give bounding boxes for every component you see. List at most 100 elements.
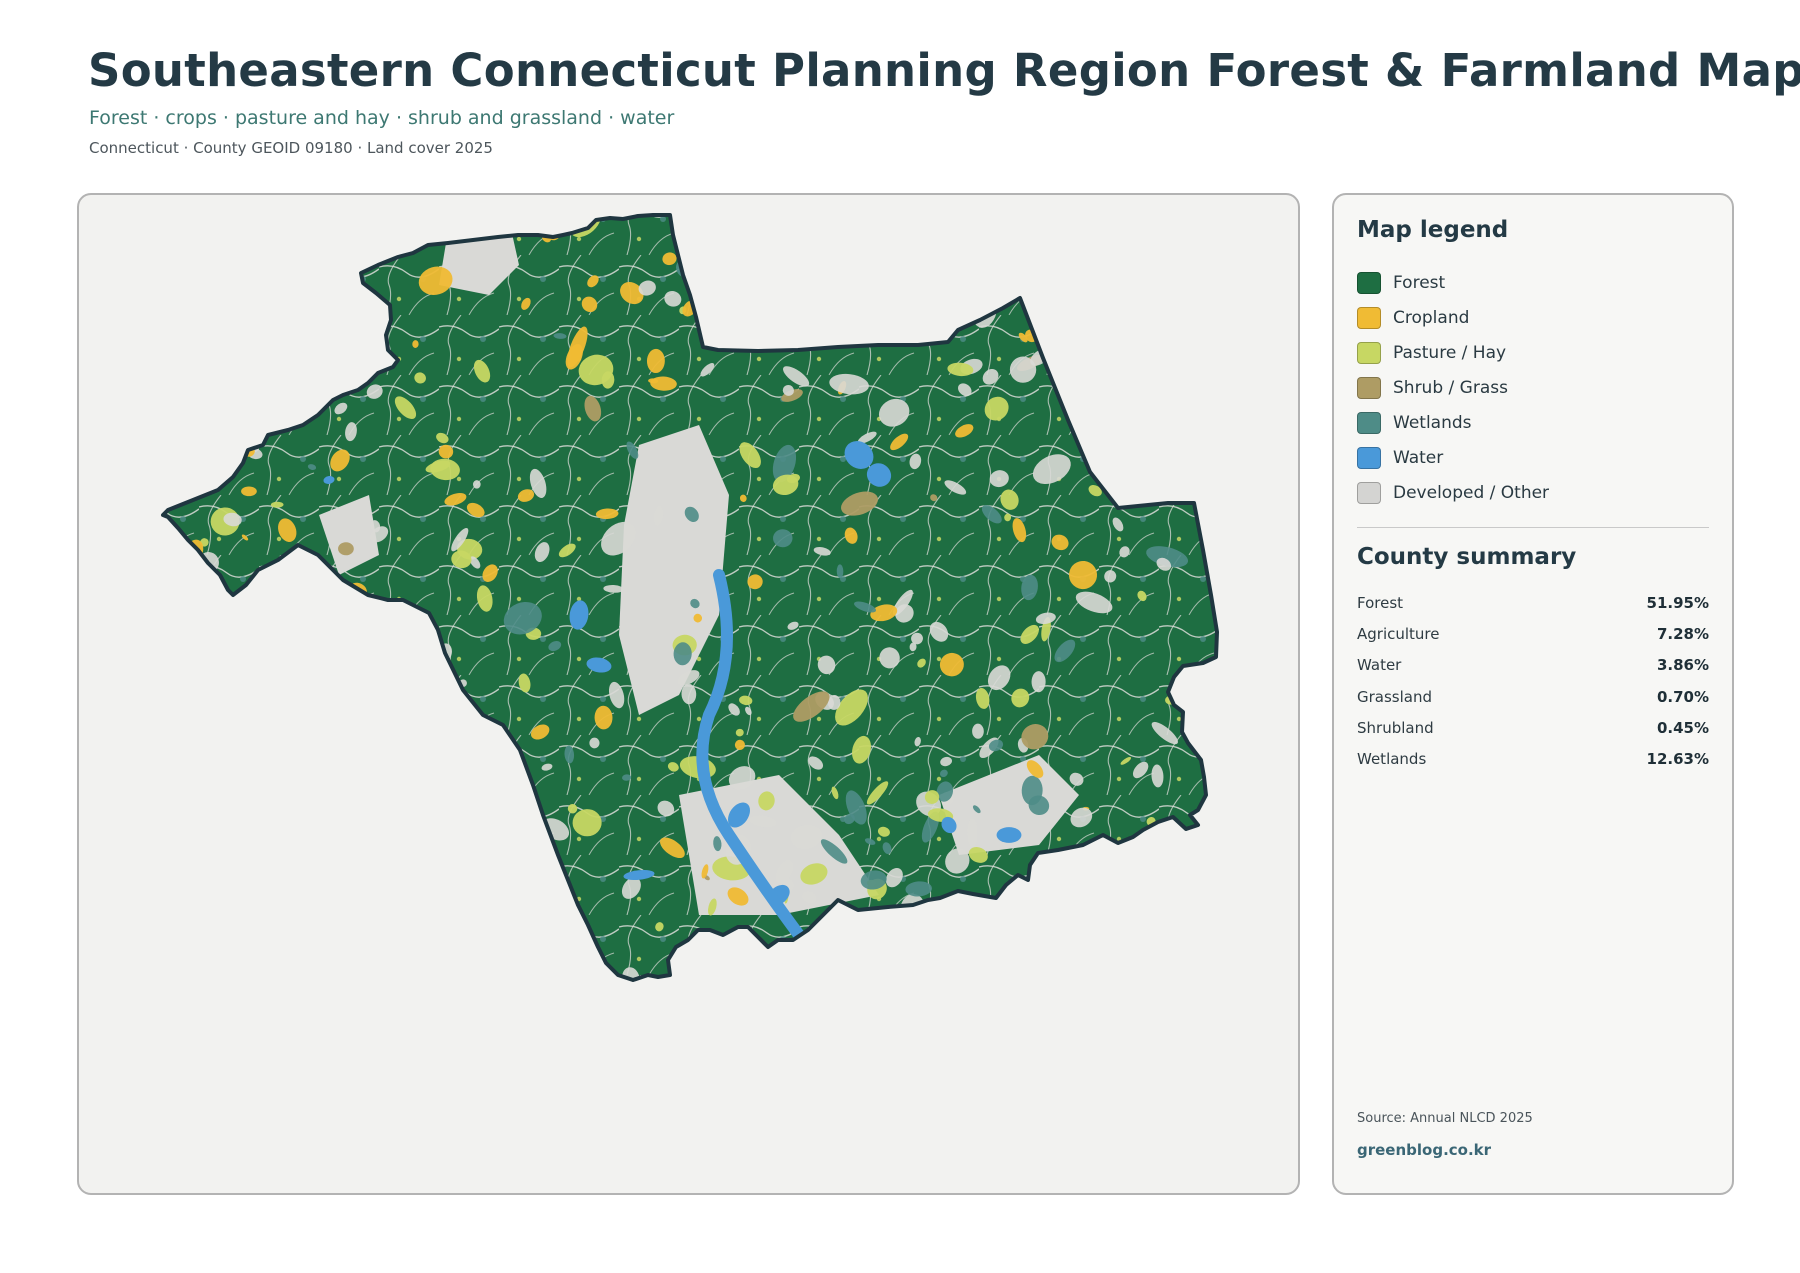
summary-row: Shrubland 0.45% — [1357, 712, 1709, 743]
legend-item-shrub: Shrub / Grass — [1357, 370, 1549, 405]
pasture-patch — [272, 581, 306, 612]
developed-patch — [188, 791, 204, 807]
developed-patch — [288, 601, 306, 622]
developed-patch — [365, 651, 389, 670]
pasture-patch — [1081, 341, 1099, 360]
pasture-patch — [1154, 469, 1167, 483]
cropland-patch — [295, 869, 321, 892]
cropland-patch — [271, 406, 285, 432]
legend-label: Water — [1393, 447, 1444, 468]
pasture-patch — [325, 899, 337, 919]
pasture-patch — [1167, 979, 1190, 1001]
wetland-patch — [318, 250, 333, 263]
summary-name: Shrubland — [1357, 718, 1434, 737]
wetland-patch — [880, 931, 889, 942]
wetland-patch — [310, 961, 326, 976]
pasture-patch — [360, 709, 381, 728]
pasture-patch — [394, 821, 425, 855]
cropland-patch — [359, 215, 375, 233]
shrub-patch — [315, 695, 337, 712]
shrub-patch — [864, 930, 881, 950]
pasture-patch — [413, 722, 422, 730]
wetland-patch — [343, 699, 352, 708]
water-body — [404, 640, 414, 650]
wetland-patch — [317, 970, 329, 980]
wetland-patch — [862, 289, 877, 301]
summary-row: Agriculture 7.28% — [1357, 618, 1709, 649]
developed-patch — [499, 889, 531, 918]
pasture-patch — [889, 263, 907, 283]
wetland-patch — [207, 741, 238, 767]
developed-patch — [202, 445, 212, 465]
summary-name: Grassland — [1357, 687, 1432, 706]
developed-patch — [182, 644, 195, 657]
developed-patch — [589, 737, 600, 749]
legend-item-developed: Developed / Other — [1357, 475, 1549, 510]
developed-patch — [614, 979, 630, 995]
developed-patch — [374, 875, 382, 886]
cropland-patch — [308, 781, 320, 789]
wetland-patch — [443, 855, 459, 882]
legend-panel: Map legend Forest Cropland Pasture / Hay… — [1332, 193, 1734, 1195]
developed-patch — [410, 233, 420, 246]
pasture-patch — [366, 785, 384, 801]
cropland-patch — [445, 921, 464, 940]
legend-swatch — [1357, 271, 1381, 294]
developed-patch — [721, 230, 750, 252]
developed-patch — [351, 219, 382, 247]
developed-patch — [939, 268, 952, 280]
wetland-patch — [195, 679, 209, 698]
pasture-patch — [842, 951, 871, 975]
legend-label: Pasture / Hay — [1393, 342, 1507, 363]
pasture-patch — [832, 223, 854, 236]
cropland-patch — [233, 655, 273, 685]
pasture-patch — [381, 703, 402, 714]
pasture-patch — [1170, 463, 1186, 474]
cropland-patch — [259, 252, 284, 271]
developed-patch — [1126, 251, 1135, 260]
wetland-patch — [1149, 390, 1159, 402]
pasture-patch — [353, 770, 369, 783]
developed-patch — [902, 215, 911, 220]
wetland-patch — [444, 740, 450, 744]
pasture-patch — [980, 237, 1003, 271]
wetland-patch — [1006, 887, 1020, 901]
pasture-patch — [1167, 457, 1174, 466]
wetland-patch — [564, 956, 577, 970]
developed-patch — [165, 235, 181, 250]
shrub-patch — [1090, 215, 1107, 234]
legend-item-forest: Forest — [1357, 265, 1549, 300]
developed-patch — [368, 962, 385, 978]
legend-list: Forest Cropland Pasture / Hay Shrub / Gr… — [1357, 265, 1549, 510]
brand-link[interactable]: greenblog.co.kr — [1357, 1141, 1491, 1159]
developed-patch — [745, 948, 756, 961]
developed-patch — [191, 904, 197, 910]
cropland-patch — [241, 486, 257, 497]
summary-value: 51.95% — [1646, 593, 1709, 612]
summary-value: 7.28% — [1656, 624, 1709, 643]
developed-patch — [287, 577, 316, 602]
cropland-patch — [799, 251, 809, 261]
pasture-patch — [454, 721, 487, 735]
pasture-patch — [334, 856, 348, 869]
developed-patch — [242, 270, 272, 292]
legend-item-water: Water — [1357, 440, 1549, 475]
summary-value: 0.45% — [1656, 718, 1709, 737]
legend-swatch — [1357, 306, 1381, 329]
developed-patch — [173, 238, 194, 256]
developed-patch — [894, 942, 904, 952]
wetland-patch — [1063, 933, 1088, 972]
wetland-patch — [781, 297, 808, 321]
developed-patch — [473, 480, 481, 489]
cropland-patch — [728, 331, 746, 346]
map-subtitle: Forest · crops · pasture and hay · shrub… — [89, 107, 675, 129]
cropland-patch — [163, 913, 189, 940]
developed-patch — [1043, 324, 1052, 332]
summary-name: Forest — [1357, 593, 1404, 612]
wetland-patch — [1062, 903, 1075, 916]
map-title: Southeastern Connecticut Planning Region… — [88, 44, 1800, 97]
cropland-patch — [474, 958, 498, 980]
wetland-patch — [709, 308, 723, 323]
wetland-patch — [872, 970, 895, 980]
legend-swatch — [1357, 481, 1381, 504]
